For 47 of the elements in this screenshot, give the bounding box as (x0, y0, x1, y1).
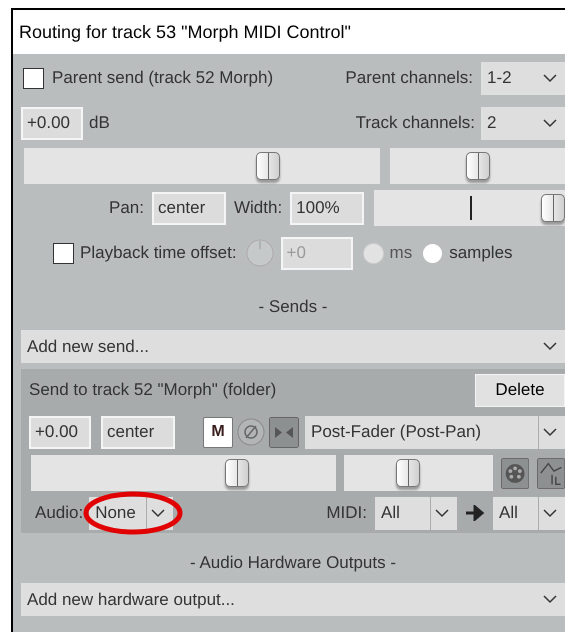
phase-icon[interactable] (237, 418, 265, 446)
playback-offset-label: Playback time offset: (80, 242, 237, 264)
send-volume-field[interactable]: +0.00 (29, 416, 91, 448)
chevron-down-icon (543, 342, 557, 351)
width-label: Width: (234, 197, 282, 220)
parent-channels-label: Parent channels: (345, 67, 473, 90)
chevron-down-icon (435, 508, 449, 518)
parent-send-label: Parent send (track 52 Morph) (52, 67, 274, 90)
delete-button[interactable]: Delete (475, 374, 565, 406)
chevron-down-icon (151, 508, 166, 518)
parent-channels-dropdown[interactable]: 1-2 (481, 62, 565, 94)
track-channels-label: Track channels: (356, 112, 475, 134)
chevron-down-icon (543, 74, 557, 82)
width-field[interactable]: 100% (290, 192, 364, 224)
hardware-outputs-heading: - Audio Hardware Outputs - (190, 552, 396, 574)
chevron-down-icon (543, 428, 557, 436)
mute-button[interactable]: M (203, 416, 233, 448)
width-slider[interactable] (374, 190, 565, 226)
chevron-down-icon (543, 595, 557, 604)
send-title: Send to track 52 "Morph" (folder) (29, 379, 278, 402)
audio-label: Audio: (35, 502, 84, 524)
unit-label: dB (89, 112, 110, 134)
slider-thumb[interactable] (541, 194, 565, 222)
pan-label: Pan: (109, 197, 144, 220)
midi-destination-dropdown[interactable]: All (493, 496, 565, 530)
midi-source-dropdown[interactable]: All (375, 496, 457, 530)
send-mode-dropdown[interactable]: Post-Fader (Post-Pan) (305, 416, 565, 448)
midi-label: MIDI: (326, 502, 367, 524)
mono-icon[interactable] (269, 416, 299, 448)
envelope-icon[interactable] (536, 456, 565, 490)
radio-label: ms (390, 242, 412, 264)
pan-slider[interactable] (390, 148, 565, 184)
chevron-down-icon (543, 508, 557, 518)
arrow-right-icon (465, 505, 485, 521)
midi-port-icon[interactable] (500, 456, 529, 490)
sends-heading: - Sends - (258, 296, 328, 318)
add-hardware-output-dropdown[interactable]: Add new hardware output... (21, 583, 565, 616)
chevron-down-icon (543, 118, 557, 128)
checkbox[interactable] (23, 68, 44, 88)
track-channels-dropdown[interactable]: 2 (481, 106, 565, 140)
pan-field[interactable]: center (152, 192, 226, 224)
volume-field[interactable]: +0.00 (21, 106, 83, 140)
send-pan-field[interactable]: center (101, 416, 175, 448)
radio-button[interactable] (422, 242, 444, 264)
add-send-dropdown[interactable]: Add new send... (21, 330, 565, 363)
slider-thumb[interactable] (466, 152, 490, 180)
radio-label: samples (449, 242, 513, 264)
